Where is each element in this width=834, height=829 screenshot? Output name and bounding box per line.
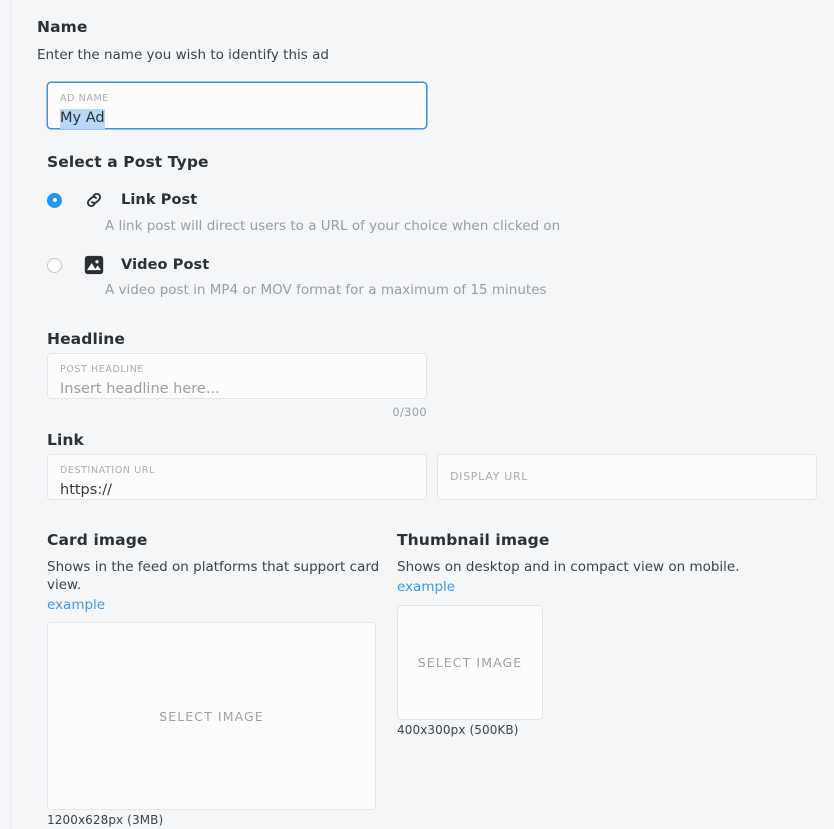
card-image-dropzone-label: SELECT IMAGE: [159, 708, 264, 724]
card-image-section: Card image Shows in the feed on platform…: [47, 531, 387, 613]
link-icon: [84, 190, 104, 210]
name-section-title: Name: [37, 18, 88, 36]
headline-label: POST HEADLINE: [60, 364, 145, 375]
post-type-option-link-post-description: A link post will direct users to a URL o…: [105, 218, 561, 234]
post-type-option-link-post[interactable]: Link Post: [47, 191, 607, 209]
headline-placeholder[interactable]: Insert headline here...: [60, 380, 220, 400]
headline-input[interactable]: POST HEADLINE Insert headline here...: [47, 353, 427, 399]
post-type-section: Select a Post Type: [47, 153, 467, 171]
display-url-placeholder: DISPLAY URL: [450, 469, 529, 483]
radio-link-post[interactable]: [47, 192, 62, 208]
destination-url-input[interactable]: DESTINATION URL https://: [47, 454, 427, 500]
destination-url-value[interactable]: https://: [60, 481, 112, 501]
headline-character-counter: 0/300: [392, 405, 427, 419]
post-type-option-video-post-description: A video post in MP4 or MOV format for a …: [105, 282, 547, 298]
thumbnail-image-dropzone[interactable]: SELECT IMAGE: [397, 605, 543, 720]
post-type-option-label: Video Post: [121, 257, 210, 273]
card-image-spec: 1200x628px (3MB): [47, 813, 164, 827]
thumbnail-image-title: Thumbnail image: [397, 531, 550, 549]
name-section: Name Enter the name you wish to identify…: [37, 18, 437, 64]
card-image-title: Card image: [47, 531, 148, 549]
thumbnail-image-example-link[interactable]: example: [397, 579, 455, 595]
radio-video-post[interactable]: [47, 257, 62, 273]
ad-name-input[interactable]: AD NAME My Ad: [47, 82, 427, 129]
thumbnail-image-spec: 400x300px (500KB): [397, 723, 519, 737]
post-type-option-video-post[interactable]: Video Post: [47, 255, 607, 275]
thumbnail-image-dropzone-label: SELECT IMAGE: [417, 655, 523, 670]
destination-url-label: DESTINATION URL: [60, 465, 155, 476]
post-type-title: Select a Post Type: [47, 153, 209, 171]
thumbnail-image-description: Shows on desktop and in compact view on …: [397, 559, 740, 575]
link-section-title: Link: [47, 431, 84, 449]
name-section-description: Enter the name you wish to identify this…: [37, 47, 329, 63]
ad-name-label: AD NAME: [60, 93, 109, 104]
ad-name-value[interactable]: My Ad: [60, 109, 105, 129]
card-image-example-link[interactable]: example: [47, 597, 105, 613]
headline-section: Headline: [47, 330, 447, 348]
link-section: Link: [47, 431, 447, 449]
card-image-dropzone[interactable]: SELECT IMAGE: [47, 622, 376, 810]
card-image-description: Shows in the feed on platforms that supp…: [47, 559, 380, 594]
post-type-option-label: Link Post: [121, 192, 198, 208]
thumbnail-image-section: Thumbnail image Shows on desktop and in …: [397, 531, 817, 595]
headline-section-title: Headline: [47, 330, 126, 348]
ad-form-page: Name Enter the name you wish to identify…: [10, 0, 834, 829]
image-icon: [84, 255, 104, 275]
display-url-input[interactable]: DISPLAY URL: [437, 454, 817, 500]
